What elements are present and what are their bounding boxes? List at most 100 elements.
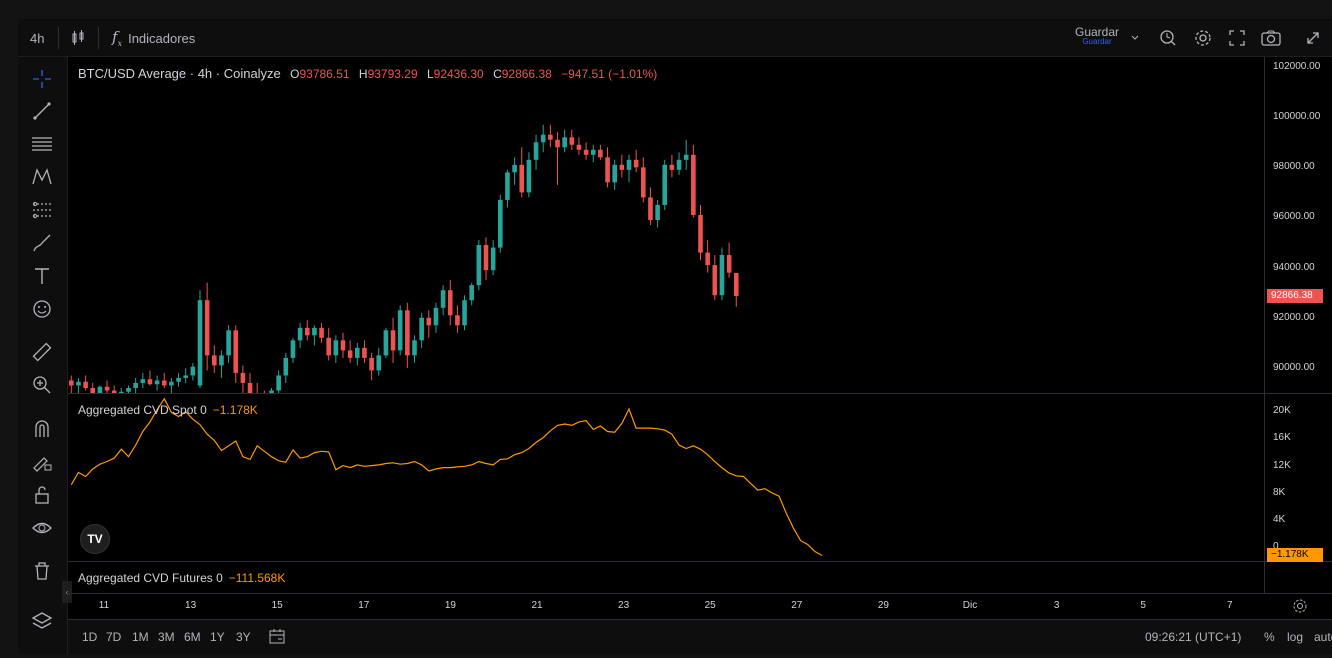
candle-body[interactable] <box>233 330 239 373</box>
text-tool-icon[interactable] <box>28 262 56 290</box>
candle-body[interactable] <box>555 139 560 148</box>
crosshair-icon[interactable] <box>28 65 56 93</box>
candle-body[interactable] <box>519 164 525 193</box>
magnet-icon[interactable] <box>28 415 56 443</box>
log-toggle[interactable]: log <box>1287 630 1303 644</box>
candle-body[interactable] <box>612 164 617 183</box>
candle-body[interactable] <box>633 159 639 168</box>
brush-icon[interactable] <box>28 229 56 257</box>
time-axis[interactable]: 11 13 15 17 19 21 23 25 27 29 Dic 3 5 7 <box>68 593 1332 619</box>
ruler-icon[interactable] <box>28 338 56 366</box>
candle-body[interactable] <box>362 347 367 358</box>
candle-body[interactable] <box>605 157 610 183</box>
pane-divider[interactable] <box>68 561 1332 562</box>
candle-body[interactable] <box>140 379 146 383</box>
quick-search-icon[interactable] <box>1158 19 1178 57</box>
chart-area[interactable]: BTC/USD Average · 4h · Coinalyze O93786.… <box>68 57 1332 593</box>
layers-icon[interactable] <box>28 607 56 635</box>
candle-body[interactable] <box>276 375 281 391</box>
candle-body[interactable] <box>76 381 81 386</box>
save-button[interactable]: Guardar Guardar <box>1070 25 1124 46</box>
trend-line-icon[interactable] <box>28 97 56 125</box>
candle-body[interactable] <box>462 300 467 326</box>
settings-gear-icon[interactable] <box>1193 19 1213 57</box>
candle-body[interactable] <box>626 159 632 170</box>
emoji-icon[interactable] <box>28 295 56 323</box>
candle-body[interactable] <box>176 377 181 382</box>
clock-readout[interactable]: 09:26:21 (UTC+1) <box>1145 630 1241 644</box>
candle-body[interactable] <box>283 357 289 376</box>
candle-body[interactable] <box>691 154 696 215</box>
candle-body[interactable] <box>440 290 446 308</box>
candle-body[interactable] <box>733 272 739 297</box>
candle-body[interactable] <box>247 382 253 393</box>
candle-body[interactable] <box>347 350 353 358</box>
chevron-down-icon[interactable] <box>1130 19 1140 57</box>
candle-body[interactable] <box>383 330 389 356</box>
candle-body[interactable] <box>590 149 596 155</box>
candle-body[interactable] <box>641 167 646 198</box>
zoom-in-icon[interactable] <box>28 371 56 399</box>
candle-body[interactable] <box>376 355 382 371</box>
candle-body[interactable] <box>397 310 403 351</box>
candle-body[interactable] <box>412 340 417 356</box>
candle-body[interactable] <box>326 337 331 356</box>
candle-body[interactable] <box>705 252 710 266</box>
candle-body[interactable] <box>219 355 224 366</box>
candle-body[interactable] <box>426 317 432 326</box>
candle-body[interactable] <box>676 159 682 170</box>
candle-body[interactable] <box>476 245 482 286</box>
candle-body[interactable] <box>262 398 267 401</box>
candle-body[interactable] <box>147 379 153 385</box>
candle-body[interactable] <box>154 380 160 385</box>
candle-body[interactable] <box>505 172 510 200</box>
candle-body[interactable] <box>655 204 660 220</box>
candle-type-icon[interactable] <box>70 19 86 57</box>
candle-body[interactable] <box>369 357 374 371</box>
candle-body[interactable] <box>390 330 396 351</box>
candle-body[interactable] <box>197 300 203 386</box>
candle-body[interactable] <box>355 347 360 358</box>
candle-body[interactable] <box>405 310 410 356</box>
tradingview-logo[interactable]: TV <box>80 524 110 554</box>
candle-body[interactable] <box>433 307 439 326</box>
unlock-icon[interactable] <box>28 481 56 509</box>
candle-body[interactable] <box>683 154 689 160</box>
percent-toggle[interactable]: % <box>1264 630 1275 644</box>
range-button-3m[interactable]: 3M <box>158 630 175 644</box>
candle-body[interactable] <box>69 380 74 386</box>
candle-body[interactable] <box>226 330 231 356</box>
range-button-1m[interactable]: 1M <box>132 630 149 644</box>
chart-canvas[interactable] <box>68 57 1264 593</box>
candle-body[interactable] <box>455 315 460 326</box>
expand-arrows-icon[interactable] <box>1304 19 1322 57</box>
candle-body[interactable] <box>483 245 489 271</box>
candle-body[interactable] <box>512 164 517 173</box>
fullscreen-icon[interactable] <box>1228 19 1246 57</box>
candle-body[interactable] <box>319 327 324 338</box>
horizontal-lines-icon[interactable] <box>28 130 56 158</box>
candle-body[interactable] <box>469 285 474 301</box>
candle-body[interactable] <box>726 255 732 273</box>
axis-settings-gear-icon[interactable] <box>1292 598 1308 619</box>
candle-body[interactable] <box>562 137 567 148</box>
auto-toggle[interactable]: auto <box>1314 630 1332 644</box>
candle-body[interactable] <box>104 386 110 391</box>
candle-body[interactable] <box>312 327 317 336</box>
candle-body[interactable] <box>598 149 603 158</box>
price-axis[interactable]: 102000.00 100000.00 98000.00 96000.00 94000.… <box>1264 57 1332 593</box>
pattern-icon[interactable] <box>28 163 56 191</box>
candle-body[interactable] <box>126 387 131 392</box>
lock-drawing-icon[interactable] <box>28 448 56 476</box>
range-button-3y[interactable]: 3Y <box>236 630 251 644</box>
trash-icon[interactable] <box>28 557 56 585</box>
candle-body[interactable] <box>297 327 303 341</box>
eye-icon[interactable] <box>28 514 56 542</box>
candle-body[interactable] <box>583 149 589 155</box>
candle-body[interactable] <box>498 199 503 248</box>
interval-selector[interactable]: 4h <box>30 19 44 57</box>
candle-body[interactable] <box>269 390 274 400</box>
candle-body[interactable] <box>212 355 217 366</box>
candle-body[interactable] <box>698 214 703 253</box>
candle-body[interactable] <box>526 159 532 193</box>
